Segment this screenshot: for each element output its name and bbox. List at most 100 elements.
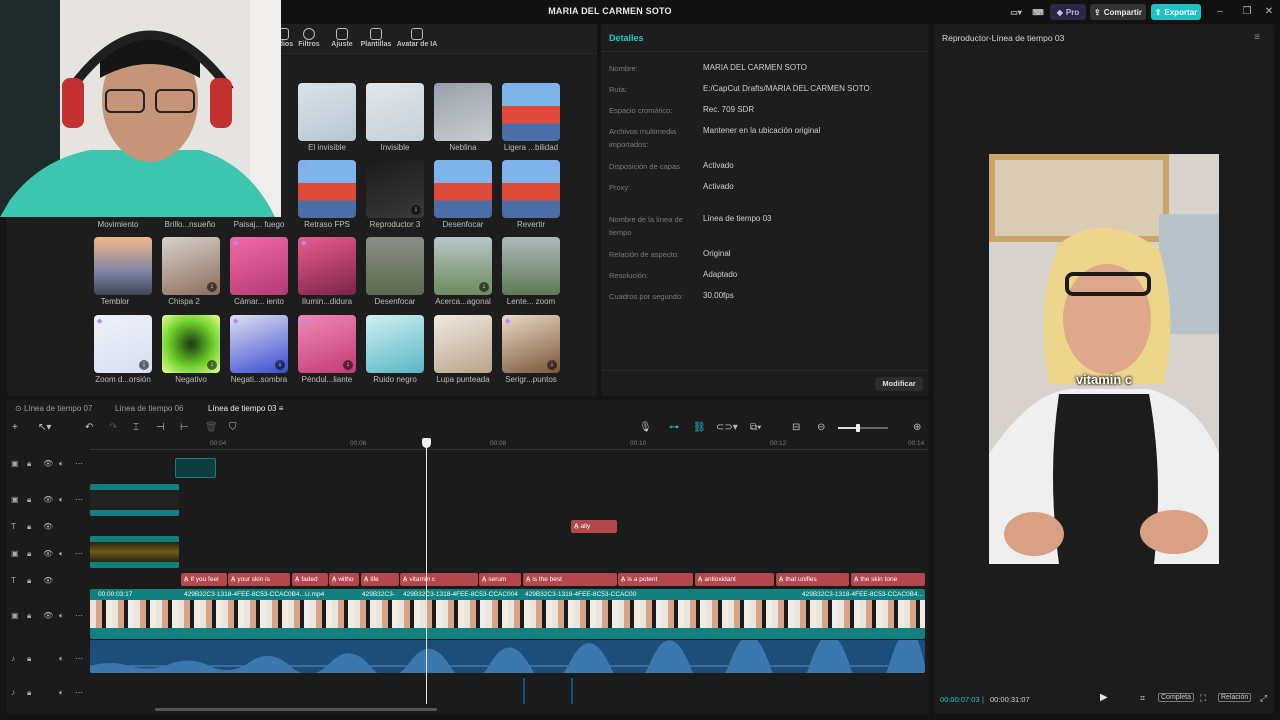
pro-button[interactable]: ◆ Pro — [1050, 4, 1086, 20]
download-icon[interactable]: ↓ — [207, 282, 217, 292]
effect-tile[interactable]: ◆ ↓ — [298, 315, 356, 373]
text-clip[interactable]: A̲ vitamin c — [400, 573, 478, 586]
lock-icon[interactable]: 🔒︎ — [27, 549, 31, 559]
text-clip[interactable]: A̲ serum — [479, 573, 521, 586]
volume-icon[interactable]: 🔈︎ — [59, 611, 64, 621]
text-clip[interactable]: A̲ is a potent — [618, 573, 693, 586]
caption-icon[interactable]: ⊟ — [792, 422, 800, 433]
effect-tile[interactable] — [366, 83, 424, 141]
effect-tile[interactable]: ◆ ↓ — [230, 315, 288, 373]
eye-icon[interactable]: 👁︎ — [43, 495, 53, 504]
mic-icon[interactable]: 🎙 — [639, 422, 652, 433]
zoom-out-icon[interactable]: ⊖ — [817, 422, 825, 433]
text-clip[interactable]: A̲ life — [361, 573, 399, 586]
text-clip[interactable]: A̲ faded — [292, 573, 328, 586]
split-icon[interactable]: ⌶ — [133, 422, 139, 433]
link-icon[interactable]: ⛓ — [693, 422, 706, 433]
text-clip[interactable]: A̲ antioxidant — [695, 573, 774, 586]
text-clip[interactable]: A̲ is the best — [523, 573, 617, 586]
delete-icon[interactable]: 🗑 — [205, 422, 218, 433]
effect-tile[interactable] — [502, 237, 560, 295]
eye-icon[interactable]: 👁︎ — [43, 522, 53, 531]
effect-tile[interactable]: ◆ ↓ — [94, 315, 152, 373]
text-clip[interactable]: A̲ ally — [571, 520, 617, 533]
horizontal-scrollbar[interactable] — [155, 708, 437, 711]
effect-tile[interactable]: ↓ — [366, 160, 424, 218]
effect-tile[interactable]: ↓ — [434, 237, 492, 295]
split-right-icon[interactable]: ⊢ — [180, 422, 189, 433]
preview-axis-icon[interactable]: ⊂⊃▾ — [716, 422, 738, 433]
lock-icon[interactable]: 🔒︎ — [27, 654, 31, 664]
video-clip[interactable] — [90, 536, 179, 568]
text-clip[interactable]: A̲ your skin is — [228, 573, 290, 586]
download-icon[interactable]: ↓ — [547, 360, 557, 370]
effect-tile[interactable] — [434, 315, 492, 373]
tab-timeline-03[interactable]: Línea de tiempo 03 ≡ — [208, 404, 283, 413]
effect-tile[interactable] — [434, 160, 492, 218]
export-button[interactable]: ⇧ Exportar — [1151, 4, 1201, 20]
crop-icon[interactable]: ⌗ — [1140, 693, 1145, 704]
effect-tile[interactable]: ◆ — [434, 83, 492, 141]
text-clip[interactable]: A̲ If you feel — [181, 573, 227, 586]
more-icon[interactable]: ⋯ — [75, 611, 83, 620]
zoom-in-icon[interactable]: ⊕ — [913, 422, 921, 433]
select-icon[interactable]: ↖▾ — [38, 422, 51, 433]
lock-icon[interactable]: 🔒︎ — [27, 522, 31, 532]
lock-icon[interactable]: 🔒︎ — [27, 459, 31, 469]
text-clip[interactable]: A̲ witho — [329, 573, 359, 586]
minimize-icon[interactable]: – — [1213, 5, 1227, 19]
volume-icon[interactable]: 🔈︎ — [59, 654, 64, 664]
download-icon[interactable]: ↓ — [411, 205, 421, 215]
marker-icon[interactable]: ⛉ — [229, 422, 237, 433]
ratio-button[interactable]: Relación — [1218, 693, 1252, 702]
more-icon[interactable]: ⋯ — [75, 654, 83, 663]
lock-icon[interactable]: 🔒︎ — [27, 495, 31, 505]
magnet-icon[interactable]: ⊶ — [669, 422, 679, 433]
lock-icon[interactable]: 🔒︎ — [27, 688, 31, 698]
modify-button[interactable]: Modificar — [875, 377, 923, 391]
menu-icon[interactable]: ≡ — [277, 404, 284, 413]
effect-tile[interactable]: ◆ ↓ — [502, 315, 560, 373]
lock-icon[interactable]: 🔒︎ — [27, 611, 31, 621]
tab-templates[interactable]: Plantillas — [356, 28, 396, 48]
eye-icon[interactable]: 👁︎ — [43, 459, 53, 468]
download-icon[interactable]: ↓ — [343, 360, 353, 370]
snap-icon[interactable]: ⧉▾ — [750, 422, 761, 433]
effect-tile[interactable] — [502, 83, 560, 141]
effect-tile[interactable] — [366, 237, 424, 295]
effect-tile[interactable] — [94, 237, 152, 295]
text-clip[interactable]: A̲ the skin tone — [851, 573, 925, 586]
volume-icon[interactable]: 🔈︎ — [59, 688, 64, 698]
zoom-slider[interactable] — [838, 424, 888, 432]
effect-tile[interactable] — [502, 160, 560, 218]
text-clip[interactable]: A̲ that unifies — [776, 573, 849, 586]
video-clip[interactable] — [90, 484, 179, 516]
restore-icon[interactable]: ❐ — [1240, 5, 1254, 19]
tab-timeline-06[interactable]: Línea de tiempo 06 — [115, 404, 184, 413]
video-clip[interactable] — [175, 458, 216, 478]
undo-icon[interactable]: ↶ — [85, 422, 93, 433]
download-icon[interactable]: ↓ — [275, 360, 285, 370]
menu-icon[interactable]: ≡ — [1254, 32, 1260, 43]
close-icon[interactable]: ✕ — [1262, 5, 1276, 19]
keyboard-icon[interactable]: ⌨ — [1031, 4, 1045, 20]
split-left-icon[interactable]: ⊣ — [156, 422, 165, 433]
fullscreen-icon[interactable]: ⤢ — [1260, 693, 1267, 704]
tab-timeline-07[interactable]: ⊙ Línea de tiempo 07 — [15, 404, 92, 413]
fit-icon[interactable]: ⛶ — [1200, 693, 1206, 704]
share-button[interactable]: ⇪ Compartir — [1090, 4, 1146, 20]
effect-tile[interactable]: ◆ — [298, 160, 356, 218]
add-icon[interactable]: + — [12, 422, 18, 433]
download-icon[interactable]: ↓ — [207, 360, 217, 370]
more-icon[interactable]: ⋯ — [75, 459, 83, 468]
redo-icon[interactable]: ↷ — [109, 422, 117, 433]
effect-tile[interactable] — [298, 83, 356, 141]
play-icon[interactable]: ▶ — [1100, 692, 1108, 703]
effect-tile[interactable]: ↓ — [162, 237, 220, 295]
full-quality-button[interactable]: Completa — [1158, 693, 1194, 702]
more-icon[interactable]: ⋯ — [75, 495, 83, 504]
volume-icon[interactable]: 🔈︎ — [59, 549, 64, 559]
playhead[interactable] — [422, 438, 431, 704]
effect-tile[interactable]: ◆ — [298, 237, 356, 295]
download-icon[interactable]: ↓ — [479, 282, 489, 292]
